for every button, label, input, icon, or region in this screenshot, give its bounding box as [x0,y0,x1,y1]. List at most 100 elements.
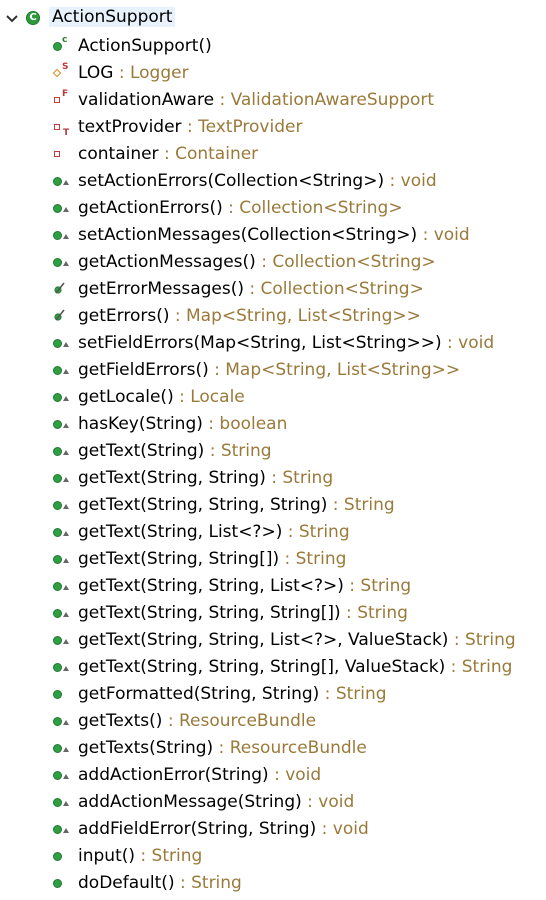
tree-node-member[interactable]: getText(String) : String [0,438,546,465]
tree-node-member[interactable]: addActionError(String) : void [0,762,546,789]
public-method-icon [53,771,77,783]
public-method-icon [53,528,77,540]
member-name: LOG [78,63,114,83]
member-label: ActionSupport() [78,36,212,56]
member-name: setActionErrors(Collection<String>) [78,171,385,191]
public-method-icon [53,393,77,405]
member-type: : String [340,603,408,623]
tree-node-member[interactable]: getText(String, String, String[], ValueS… [0,654,546,681]
member-label: hasKey(String) : boolean [78,414,287,434]
member-type: : String [327,495,395,515]
member-name: addActionMessage(String) [78,792,302,812]
member-type: : void [384,171,437,191]
tree-node-member[interactable]: FvalidationAware : ValidationAwareSuppor… [0,87,546,114]
member-name: input() [78,846,135,866]
tree-node-member[interactable]: getText(String, String, String[]) : Stri… [0,600,546,627]
member-type: : ResourceBundle [213,738,367,758]
member-type: : void [301,792,355,812]
public-method-icon [53,663,77,675]
member-name: setFieldErrors(Map<String, List<String>>… [78,333,442,353]
member-type: : String [135,846,203,866]
public-method-icon [53,231,77,243]
chevron-down-icon[interactable] [5,12,19,26]
public-method-icon [53,825,77,837]
member-label: addActionMessage(String) : void [78,792,354,812]
member-name: getActionMessages() [78,252,256,272]
tree-node-member[interactable]: getText(String, String[]) : String [0,546,546,573]
tree-node-member[interactable]: getText(String, String, List<?>, ValueSt… [0,627,546,654]
member-label: getLocale() : Locale [78,387,245,407]
tree-node-member[interactable]: c ActionSupport() [0,33,546,60]
member-label: addActionError(String) : void [78,765,321,785]
member-label: validationAware : ValidationAwareSupport [78,90,434,110]
member-type: : void [268,765,322,785]
member-name: doDefault() [78,873,175,893]
deprecated-method-icon [53,282,77,297]
class-icon: C [26,11,40,25]
tree-node-member[interactable]: setActionMessages(Collection<String>) : … [0,222,546,249]
member-name: getText(String, List<?>) [78,522,283,542]
tree-node-member[interactable]: getErrorMessages() : Collection<String> [0,276,546,303]
member-type: : Map<String, List<String>> [208,360,461,380]
static-field-icon: S [52,63,77,81]
public-method-icon [53,204,77,216]
tree-node-member[interactable]: getTexts() : ResourceBundle [0,708,546,735]
member-label: LOG : Logger [78,63,189,83]
tree-node-member[interactable]: container : Container [0,141,546,168]
public-method-icon [53,744,77,756]
member-label: getText(String, String, String[], ValueS… [78,657,512,677]
public-method-icon [53,501,77,513]
deprecated-method-icon [53,309,77,324]
member-name: getErrors() [78,306,170,326]
member-label: getText(String, List<?>) : String [78,522,350,542]
tree-node-member[interactable]: getText(String, String) : String [0,465,546,492]
member-type: : String [279,549,347,569]
public-method-icon [53,258,77,270]
member-label: getText(String, String, String[]) : Stri… [78,603,408,623]
member-name: container [78,144,159,164]
member-label: getTexts() : ResourceBundle [78,711,316,731]
tree-node-member[interactable]: addFieldError(String, String) : void [0,816,546,843]
tree-node-member[interactable]: S LOG : Logger [0,60,546,87]
member-name: getLocale() [78,387,174,407]
member-name: textProvider [78,117,182,137]
member-label: getText(String) : String [78,441,272,461]
tree-node-member[interactable]: hasKey(String) : boolean [0,411,546,438]
member-name: getText(String, String, List<?>) [78,576,344,596]
public-method-icon [53,474,77,486]
member-type: : String [174,873,242,893]
tree-node-member[interactable]: getLocale() : Locale [0,384,546,411]
member-name: addActionError(String) [78,765,269,785]
member-label: textProvider : TextProvider [78,117,302,137]
tree-node-member[interactable]: input() : String [0,843,546,870]
tree-node-member[interactable]: getFormatted(String, String) : String [0,681,546,708]
tree-node-member[interactable]: getFieldErrors() : Map<String, List<Stri… [0,357,546,384]
member-label: doDefault() : String [78,873,242,893]
plain-method-icon [53,690,77,702]
tree-node-member[interactable]: getText(String, List<?>) : String [0,519,546,546]
tree-node-member[interactable]: getErrors() : Map<String, List<String>> [0,303,546,330]
plain-method-icon [53,852,77,864]
member-name: getText(String, String, String) [78,495,328,515]
member-name: ActionSupport() [78,36,212,56]
member-label: addFieldError(String, String) : void [78,819,369,839]
tree-node-member[interactable]: getActionErrors() : Collection<String> [0,195,546,222]
tree-node-actionsupport-class[interactable]: C ActionSupport [0,6,546,33]
member-type: : String [448,630,516,650]
tree-node-member[interactable]: setFieldErrors(Map<String, List<String>>… [0,330,546,357]
member-name: addFieldError(String, String) [78,819,317,839]
tree-node-member[interactable]: getTexts(String) : ResourceBundle [0,735,546,762]
member-name: getFieldErrors() [78,360,209,380]
constructor-icon: c [53,36,77,54]
tree-node-member[interactable]: getText(String, String, List<?>) : Strin… [0,573,546,600]
tree-node-member[interactable]: TtextProvider : TextProvider [0,114,546,141]
tree-node-member[interactable]: getActionMessages() : Collection<String> [0,249,546,276]
tree-node-member[interactable]: addActionMessage(String) : void [0,789,546,816]
public-method-icon [53,177,77,189]
member-type: : Container [158,144,259,164]
member-name: validationAware [78,90,215,110]
tree-node-member[interactable]: setActionErrors(Collection<String>) : vo… [0,168,546,195]
member-type: : void [417,225,470,245]
tree-node-member[interactable]: getText(String, String, String) : String [0,492,546,519]
tree-node-member[interactable]: doDefault() : String [0,870,546,897]
